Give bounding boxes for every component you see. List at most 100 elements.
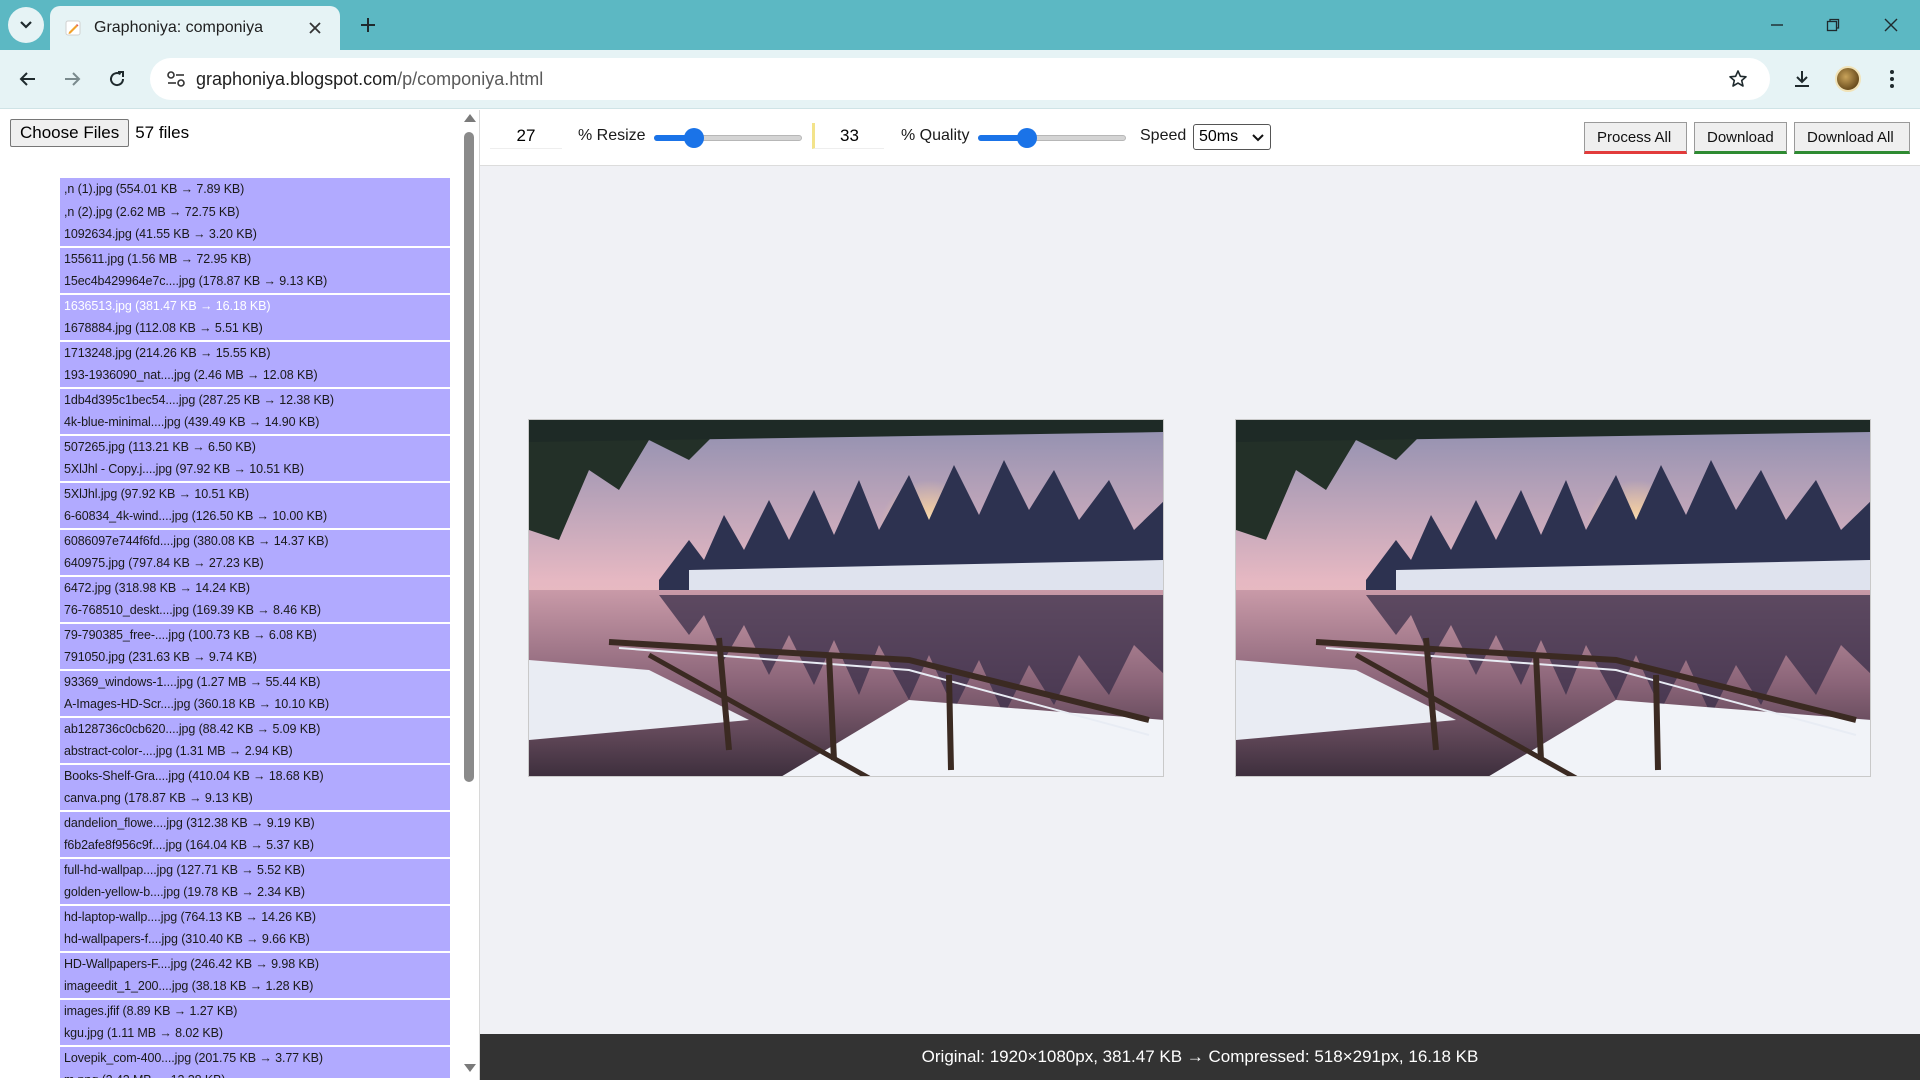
file-list-item[interactable]: ,n (2).jpg (2.62 MB → 72.75 KB) bbox=[60, 201, 450, 224]
file-list-item[interactable]: kgu.jpg (1.11 MB → 8.02 KB) bbox=[60, 1022, 450, 1045]
bookmark-star-icon[interactable] bbox=[1718, 58, 1758, 100]
file-group: hd-laptop-wallp....jpg (764.13 KB → 14.2… bbox=[60, 905, 450, 953]
file-list-item[interactable]: f6b2afe8f956c9f....jpg (164.04 KB → 5.37… bbox=[60, 834, 450, 857]
menu-button[interactable] bbox=[1872, 59, 1912, 99]
plus-icon bbox=[361, 18, 375, 32]
file-list-item[interactable]: Books-Shelf-Gra....jpg (410.04 KB → 18.6… bbox=[60, 765, 450, 788]
file-list-item[interactable]: 1636513.jpg (381.47 KB → 16.18 KB) bbox=[60, 295, 450, 318]
status-text: Original: 1920×1080px, 381.47 KB → Compr… bbox=[921, 1047, 1479, 1066]
tab-search-button[interactable] bbox=[8, 7, 44, 43]
file-group: 155611.jpg (1.56 MB → 72.95 KB) 15ec4b429… bbox=[60, 247, 450, 295]
file-list-item[interactable]: 15ec4b429964e7c....jpg (178.87 KB → 9.13… bbox=[60, 270, 450, 293]
minimize-button[interactable] bbox=[1757, 8, 1797, 42]
site-info-icon[interactable] bbox=[156, 58, 196, 100]
file-list-item[interactable]: A-Images-HD-Scr....jpg (360.18 KB → 10.1… bbox=[60, 693, 450, 716]
file-list-item[interactable]: 76-768510_deskt....jpg (169.39 KB → 8.46… bbox=[60, 599, 450, 622]
file-list-item[interactable]: 155611.jpg (1.56 MB → 72.95 KB) bbox=[60, 248, 450, 271]
file-list-item[interactable]: 6-60834_4k-wind....jpg (126.50 KB → 10.0… bbox=[60, 505, 450, 528]
file-list-item[interactable]: Lovepik_com-400....jpg (201.75 KB → 3.77… bbox=[60, 1047, 450, 1070]
scroll-down-arrow-icon[interactable] bbox=[464, 1064, 476, 1072]
file-list-item[interactable]: canva.png (178.87 KB → 9.13 KB) bbox=[60, 787, 450, 810]
scrollbar-thumb[interactable] bbox=[464, 132, 474, 782]
file-list: ,n (1).jpg (554.01 KB → 7.89 KB) ,n (2).j… bbox=[60, 178, 450, 1078]
file-group: full-hd-wallpap....jpg (127.71 KB → 5.52… bbox=[60, 858, 450, 906]
scroll-up-arrow-icon[interactable] bbox=[464, 114, 476, 122]
file-list-item[interactable]: hd-wallpapers-f....jpg (310.40 KB → 9.66… bbox=[60, 928, 450, 951]
process-all-button[interactable]: Process All bbox=[1584, 122, 1687, 154]
file-list-item[interactable]: 6472.jpg (318.98 KB → 14.24 KB) bbox=[60, 577, 450, 600]
file-list-item[interactable]: ,n (1).jpg (554.01 KB → 7.89 KB) bbox=[60, 178, 450, 201]
speed-select[interactable]: 50ms bbox=[1193, 124, 1271, 150]
chevron-down-icon bbox=[1252, 134, 1264, 142]
file-list-item[interactable]: images.jfif (8.89 KB → 1.27 KB) bbox=[60, 1000, 450, 1023]
speed-label: Speed bbox=[1140, 127, 1187, 144]
file-list-item[interactable]: hd-laptop-wallp....jpg (764.13 KB → 14.2… bbox=[60, 906, 450, 929]
close-window-button[interactable] bbox=[1871, 8, 1911, 42]
file-list-item[interactable]: 507265.jpg (113.21 KB → 6.50 KB) bbox=[60, 436, 450, 459]
back-button[interactable] bbox=[8, 59, 48, 99]
file-list-item[interactable]: 1db4d395c1bec54....jpg (287.25 KB → 12.3… bbox=[60, 389, 450, 412]
arrow-left-icon bbox=[19, 72, 35, 86]
file-list-item[interactable]: full-hd-wallpap....jpg (127.71 KB → 5.52… bbox=[60, 859, 450, 882]
file-group: ab128736c0cb620....jpg (88.42 KB → 5.09 … bbox=[60, 717, 450, 765]
file-list-item[interactable]: ab128736c0cb620....jpg (88.42 KB → 5.09 … bbox=[60, 718, 450, 741]
file-list-item[interactable]: HD-Wallpapers-F....jpg (246.42 KB → 9.98… bbox=[60, 953, 450, 976]
avatar bbox=[1835, 66, 1861, 92]
file-list-item[interactable]: 640975.jpg (797.84 KB → 27.23 KB) bbox=[60, 552, 450, 575]
file-picker: Choose Files 57 files bbox=[10, 119, 189, 147]
downloads-button[interactable] bbox=[1782, 59, 1822, 99]
resize-slider[interactable] bbox=[654, 128, 802, 148]
resize-input[interactable] bbox=[490, 123, 562, 149]
browser-tab-active[interactable]: Graphoniya: componiya bbox=[50, 6, 340, 50]
preview-pane: % Resize % Quality Speed 50ms Process Al… bbox=[480, 110, 1920, 1080]
file-list-item[interactable]: dandelion_flowe....jpg (312.38 KB → 9.19… bbox=[60, 812, 450, 835]
file-list-item[interactable]: golden-yellow-b....jpg (19.78 KB → 2.34 … bbox=[60, 881, 450, 904]
new-tab-button[interactable] bbox=[352, 9, 384, 41]
file-list-item[interactable]: abstract-color-....jpg (1.31 MB → 2.94 K… bbox=[60, 740, 450, 763]
download-button[interactable]: Download bbox=[1694, 122, 1787, 154]
file-list-item[interactable]: imageedit_1_200....jpg (38.18 KB → 1.28 … bbox=[60, 975, 450, 998]
more-vertical-icon bbox=[1890, 70, 1894, 88]
resize-slider-thumb[interactable] bbox=[684, 128, 704, 148]
file-list-pane: Choose Files 57 files ,n (1).jpg (554.01… bbox=[0, 110, 480, 1080]
address-bar[interactable]: graphoniya.blogspot.com/p/componiya.html bbox=[150, 58, 1770, 100]
file-list-item[interactable]: 6086097e744f6fd....jpg (380.08 KB → 14.3… bbox=[60, 530, 450, 553]
close-icon[interactable] bbox=[304, 17, 326, 39]
winter-lake-image-original bbox=[529, 420, 1163, 776]
file-list-item[interactable]: 5XlJhl.jpg (97.92 KB → 10.51 KB) bbox=[60, 483, 450, 506]
file-list-item[interactable]: 4k-blue-minimal....jpg (439.49 KB → 14.9… bbox=[60, 411, 450, 434]
compressed-image-preview bbox=[1235, 419, 1871, 777]
profile-button[interactable] bbox=[1828, 59, 1868, 99]
url-text: graphoniya.blogspot.com/p/componiya.html bbox=[196, 69, 1718, 90]
reload-button[interactable] bbox=[97, 59, 137, 99]
download-all-button[interactable]: Download All bbox=[1794, 122, 1910, 154]
choose-files-button[interactable]: Choose Files bbox=[10, 119, 130, 147]
file-list-item[interactable]: 93369_windows-1....jpg (1.27 MB → 55.44 … bbox=[60, 671, 450, 694]
close-window-icon bbox=[1884, 18, 1898, 32]
file-list-item[interactable]: 5XlJhl - Copy.j....jpg (97.92 KB → 10.51… bbox=[60, 458, 450, 481]
file-group: Books-Shelf-Gra....jpg (410.04 KB → 18.6… bbox=[60, 764, 450, 812]
file-group: 1713248.jpg (214.26 KB → 15.55 KB) 193-19… bbox=[60, 341, 450, 389]
speed-value: 50ms bbox=[1199, 128, 1239, 145]
file-list-item[interactable]: 193-1936090_nat....jpg (2.46 MB → 12.08 … bbox=[60, 364, 450, 387]
file-list-item[interactable]: 1678884.jpg (112.08 KB → 5.51 KB) bbox=[60, 317, 450, 340]
original-image-preview bbox=[528, 419, 1164, 777]
restore-button[interactable] bbox=[1813, 8, 1853, 42]
forward-button[interactable] bbox=[52, 59, 92, 99]
file-list-item[interactable]: 79-790385_free-....jpg (100.73 KB → 6.08… bbox=[60, 624, 450, 647]
file-group: 5XlJhl.jpg (97.92 KB → 10.51 KB) 6-60834_… bbox=[60, 482, 450, 530]
file-list-scrollbar[interactable] bbox=[460, 110, 478, 1080]
file-list-item[interactable]: m.png (2.42 MB → 12.28 KB) bbox=[60, 1069, 450, 1078]
file-count: 57 files bbox=[135, 123, 190, 142]
page-content: Choose Files 57 files ,n (1).jpg (554.01… bbox=[0, 110, 1920, 1080]
file-list-item[interactable]: 791050.jpg (231.63 KB → 9.74 KB) bbox=[60, 646, 450, 669]
file-list-item[interactable]: 1092634.jpg (41.55 KB → 3.20 KB) bbox=[60, 223, 450, 246]
quality-input[interactable] bbox=[812, 123, 884, 149]
quality-slider-thumb[interactable] bbox=[1017, 128, 1037, 148]
file-group: ,n (1).jpg (554.01 KB → 7.89 KB) ,n (2).j… bbox=[60, 178, 450, 248]
file-group: HD-Wallpapers-F....jpg (246.42 KB → 9.98… bbox=[60, 952, 450, 1000]
quality-slider[interactable] bbox=[978, 128, 1126, 148]
file-group: 1db4d395c1bec54....jpg (287.25 KB → 12.3… bbox=[60, 388, 450, 436]
file-list-item[interactable]: 1713248.jpg (214.26 KB → 15.55 KB) bbox=[60, 342, 450, 365]
file-group: 6086097e744f6fd....jpg (380.08 KB → 14.3… bbox=[60, 529, 450, 577]
